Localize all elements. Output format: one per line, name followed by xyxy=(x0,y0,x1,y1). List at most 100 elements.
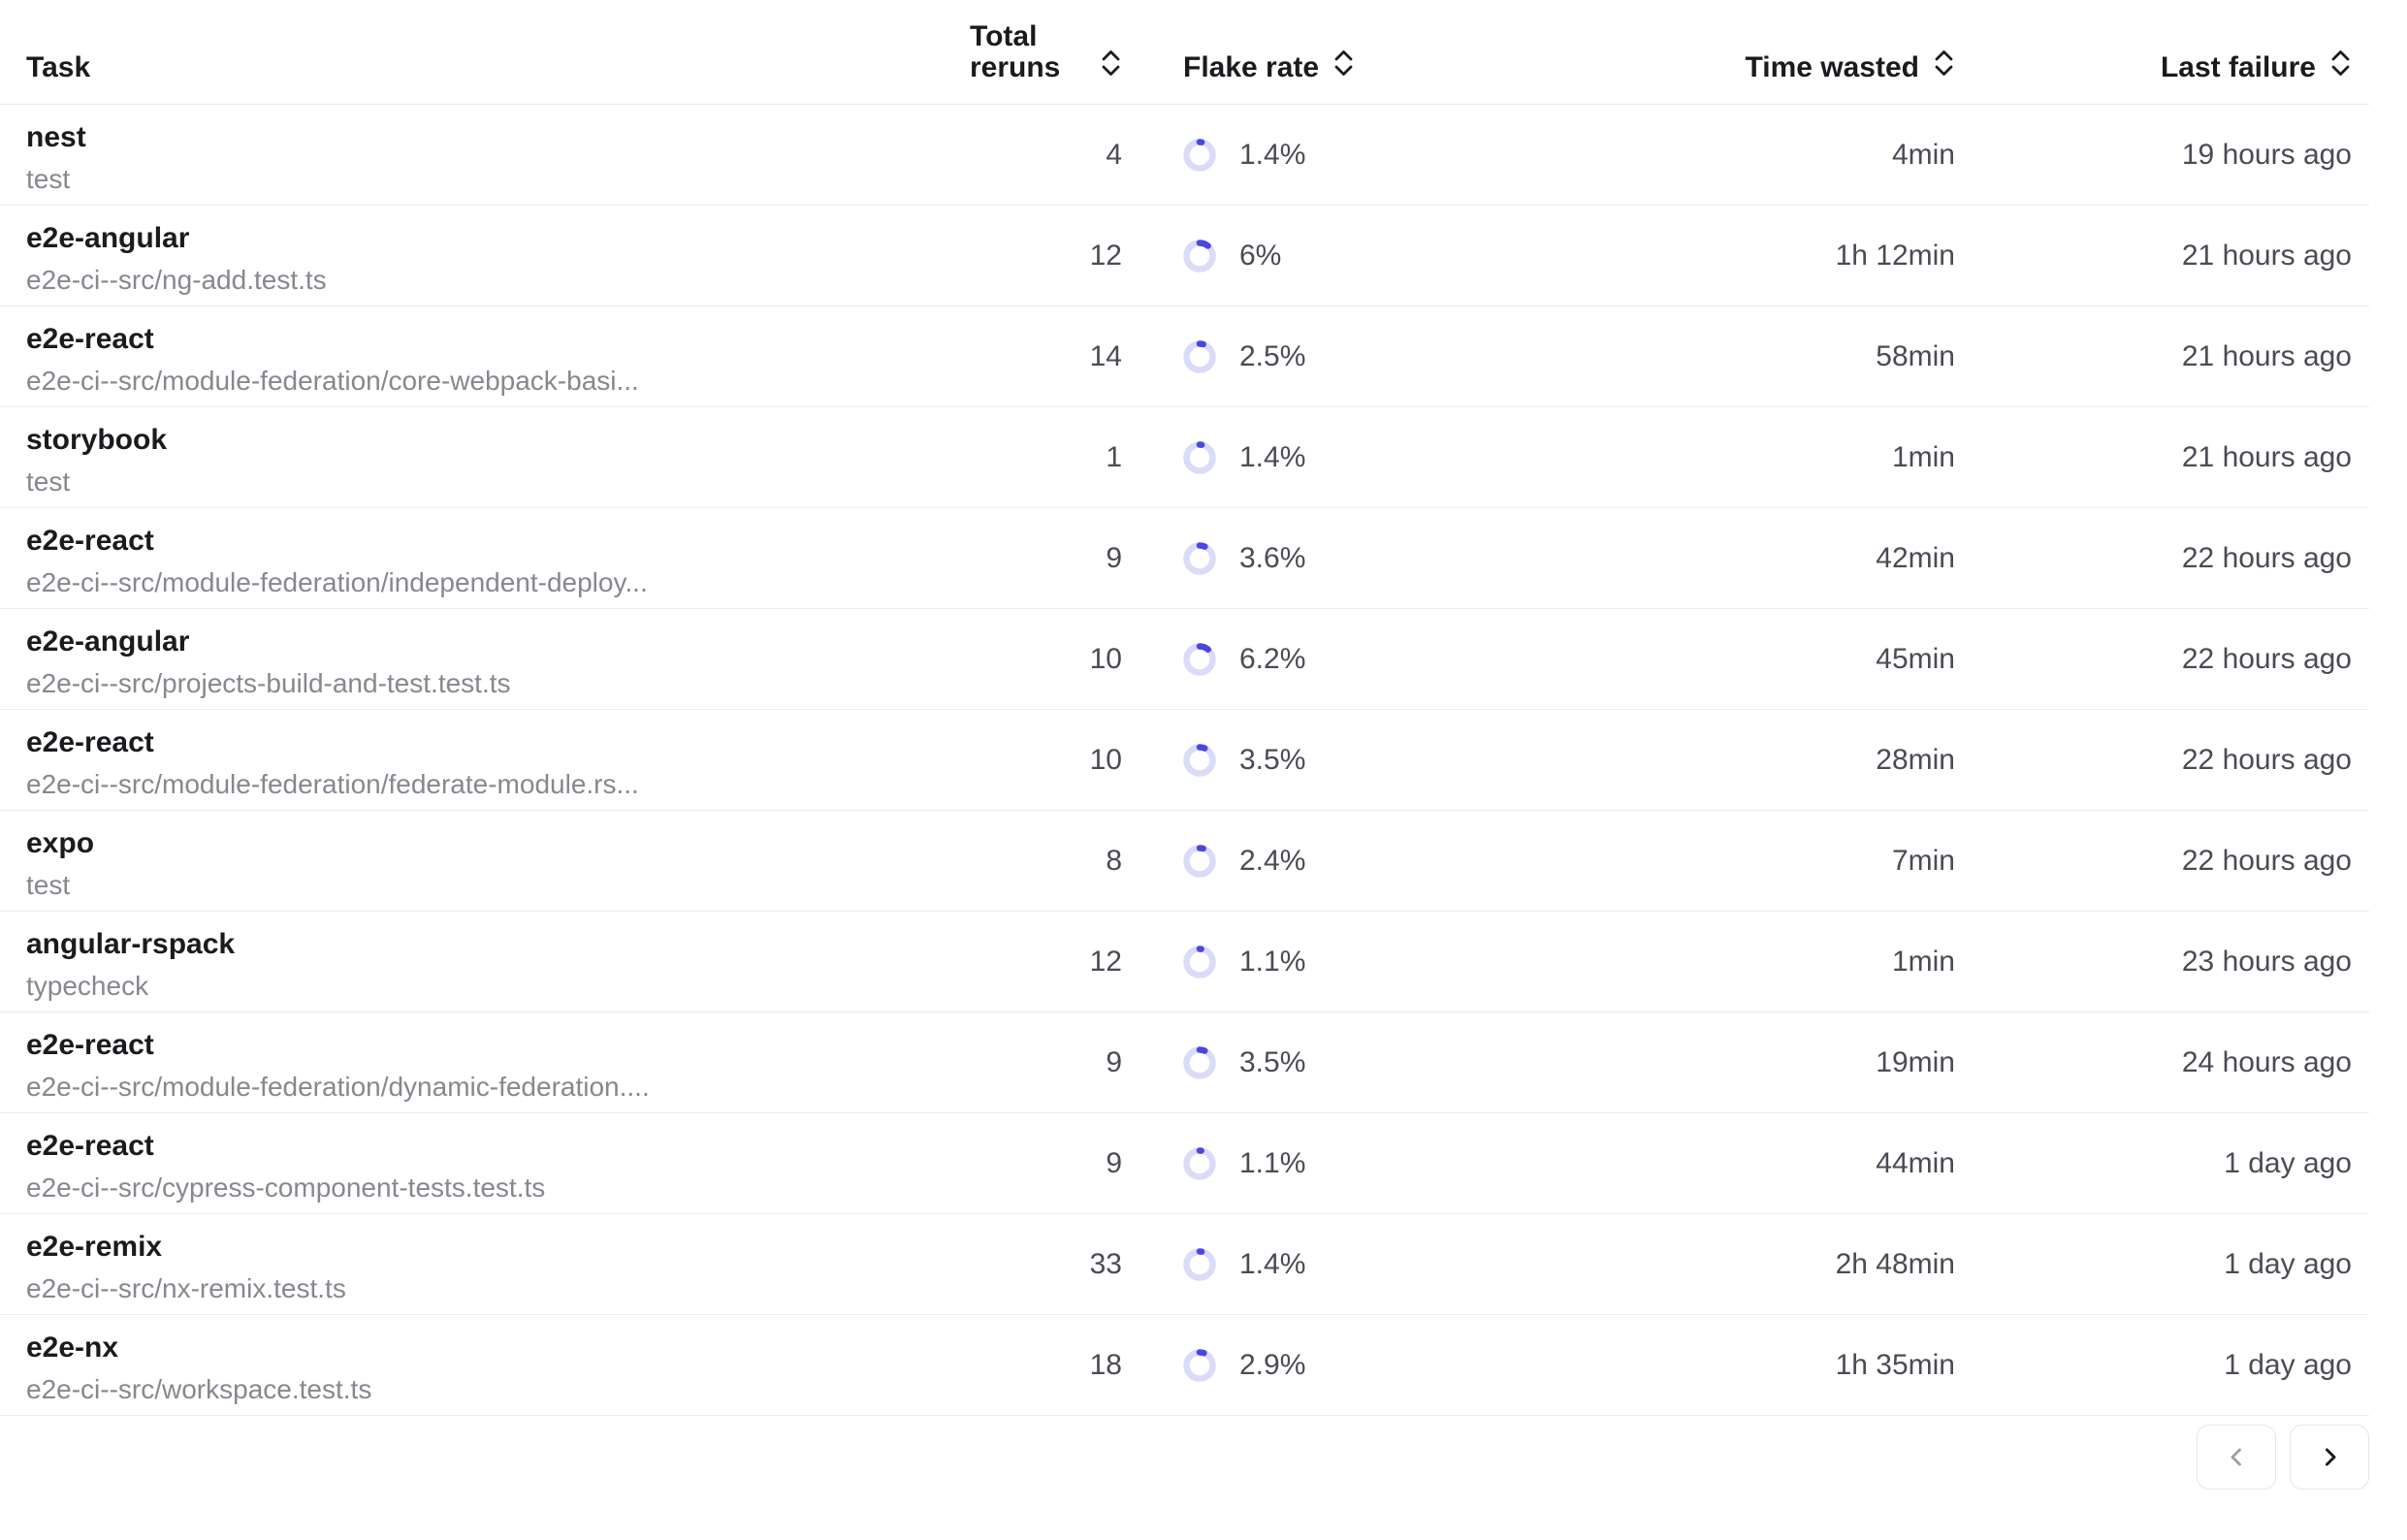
total-reruns-cell: 9 xyxy=(970,1113,1122,1213)
sort-chevron-up-down-icon[interactable] xyxy=(1933,48,1955,85)
time-wasted-value: 1min xyxy=(1892,946,1955,979)
flake-rate-value: 6% xyxy=(1239,240,1281,273)
column-header-total-reruns[interactable]: Total reruns xyxy=(970,0,1122,104)
flake-rate-value: 3.5% xyxy=(1239,744,1305,777)
flake-rate-donut-icon xyxy=(1183,845,1216,878)
last-failure-value: 22 hours ago xyxy=(2182,744,2352,777)
task-name: e2e-react xyxy=(26,1130,154,1163)
flake-rate-donut-icon xyxy=(1183,340,1216,373)
table-row[interactable]: e2e-angular e2e-ci--src/ng-add.test.ts 1… xyxy=(0,206,2369,306)
flake-rate-value: 1.4% xyxy=(1239,1248,1305,1281)
last-failure-value: 22 hours ago xyxy=(2182,845,2352,878)
last-failure-cell: 22 hours ago xyxy=(1955,710,2352,810)
task-target: test xyxy=(26,869,70,902)
last-failure-value: 21 hours ago xyxy=(2182,441,2352,474)
table-row[interactable]: storybook test 1 1.4% 1min 21 hours ago xyxy=(0,407,2369,508)
table-row[interactable]: nest test 4 1.4% 4min 19 hours ago xyxy=(0,105,2369,206)
last-failure-cell: 1 day ago xyxy=(1955,1113,2352,1213)
last-failure-cell: 21 hours ago xyxy=(1955,306,2352,406)
last-failure-cell: 1 day ago xyxy=(1955,1214,2352,1314)
table-row[interactable]: e2e-react e2e-ci--src/module-federation/… xyxy=(0,508,2369,609)
task-target: e2e-ci--src/module-federation/dynamic-fe… xyxy=(26,1071,650,1104)
last-failure-cell: 21 hours ago xyxy=(1955,407,2352,507)
next-page-button[interactable] xyxy=(2290,1425,2369,1490)
total-reruns-cell: 12 xyxy=(970,912,1122,1011)
total-reruns-cell: 10 xyxy=(970,710,1122,810)
task-target: test xyxy=(26,465,70,498)
last-failure-cell: 1 day ago xyxy=(1955,1315,2352,1415)
flake-rate-cell: 2.9% xyxy=(1122,1315,1406,1415)
flake-rate-cell: 2.5% xyxy=(1122,306,1406,406)
pagination xyxy=(2197,1425,2369,1490)
time-wasted-value: 19min xyxy=(1876,1046,1955,1079)
previous-page-button[interactable] xyxy=(2197,1425,2276,1490)
time-wasted-value: 1h 35min xyxy=(1836,1349,1955,1382)
chevron-left-icon xyxy=(2224,1444,2250,1470)
last-failure-value: 1 day ago xyxy=(2224,1248,2352,1281)
total-reruns-value: 4 xyxy=(1106,139,1122,172)
task-target: typecheck xyxy=(26,970,148,1003)
flake-rate-value: 6.2% xyxy=(1239,643,1305,676)
task-cell: e2e-react e2e-ci--src/module-federation/… xyxy=(0,1012,970,1112)
time-wasted-cell: 1h 35min xyxy=(1406,1315,1955,1415)
task-name: e2e-nx xyxy=(26,1331,118,1364)
task-cell: storybook test xyxy=(0,407,970,507)
time-wasted-value: 44min xyxy=(1876,1147,1955,1180)
table-row[interactable]: e2e-react e2e-ci--src/module-federation/… xyxy=(0,1012,2369,1113)
flake-rate-cell: 1.4% xyxy=(1122,1214,1406,1314)
time-wasted-value: 1min xyxy=(1892,441,1955,474)
total-reruns-cell: 8 xyxy=(970,811,1122,911)
flake-rate-donut-icon xyxy=(1183,1046,1216,1079)
flake-rate-donut-icon xyxy=(1183,643,1216,676)
task-name: nest xyxy=(26,121,86,154)
table-row[interactable]: angular-rspack typecheck 12 1.1% 1min 23… xyxy=(0,912,2369,1012)
flake-rate-value: 2.4% xyxy=(1239,845,1305,878)
last-failure-cell: 19 hours ago xyxy=(1955,105,2352,205)
task-name: expo xyxy=(26,827,94,860)
total-reruns-value: 1 xyxy=(1106,441,1122,474)
time-wasted-value: 42min xyxy=(1876,542,1955,575)
flake-rate-cell: 1.1% xyxy=(1122,912,1406,1011)
table-row[interactable]: e2e-remix e2e-ci--src/nx-remix.test.ts 3… xyxy=(0,1214,2369,1315)
table-row[interactable]: e2e-nx e2e-ci--src/workspace.test.ts 18 … xyxy=(0,1315,2369,1416)
column-header-flake-rate-label: Flake rate xyxy=(1183,52,1319,83)
column-header-time-wasted[interactable]: Time wasted xyxy=(1406,0,1955,104)
table-row[interactable]: e2e-react e2e-ci--src/module-federation/… xyxy=(0,710,2369,811)
sort-chevron-up-down-icon[interactable] xyxy=(1100,48,1122,85)
total-reruns-cell: 33 xyxy=(970,1214,1122,1314)
flake-rate-value: 3.6% xyxy=(1239,542,1305,575)
total-reruns-value: 10 xyxy=(1090,643,1122,676)
time-wasted-cell: 19min xyxy=(1406,1012,1955,1112)
total-reruns-value: 12 xyxy=(1090,946,1122,979)
table-body: nest test 4 1.4% 4min 19 hours ago e2e-a… xyxy=(0,105,2369,1416)
task-cell: e2e-react e2e-ci--src/cypress-component-… xyxy=(0,1113,970,1213)
table-row[interactable]: e2e-angular e2e-ci--src/projects-build-a… xyxy=(0,609,2369,710)
time-wasted-value: 7min xyxy=(1892,845,1955,878)
table-row[interactable]: e2e-react e2e-ci--src/module-federation/… xyxy=(0,306,2369,407)
task-target: e2e-ci--src/projects-build-and-test.test… xyxy=(26,667,511,700)
table-row[interactable]: expo test 8 2.4% 7min 22 hours ago xyxy=(0,811,2369,912)
column-header-flake-rate[interactable]: Flake rate xyxy=(1122,0,1406,104)
task-target: e2e-ci--src/workspace.test.ts xyxy=(26,1373,371,1406)
column-header-last-failure-label: Last failure xyxy=(2161,52,2316,83)
column-header-task: Task xyxy=(0,0,970,104)
task-name: e2e-remix xyxy=(26,1231,162,1264)
flake-rate-donut-icon xyxy=(1183,542,1216,575)
total-reruns-value: 8 xyxy=(1106,845,1122,878)
flake-rate-cell: 1.4% xyxy=(1122,407,1406,507)
time-wasted-cell: 45min xyxy=(1406,609,1955,709)
total-reruns-cell: 9 xyxy=(970,508,1122,608)
table-row[interactable]: e2e-react e2e-ci--src/cypress-component-… xyxy=(0,1113,2369,1214)
flake-rate-donut-icon xyxy=(1183,946,1216,979)
task-cell: e2e-react e2e-ci--src/module-federation/… xyxy=(0,508,970,608)
task-name: e2e-react xyxy=(26,1029,154,1062)
last-failure-value: 22 hours ago xyxy=(2182,643,2352,676)
sort-chevron-up-down-icon[interactable] xyxy=(1332,48,1355,85)
time-wasted-cell: 28min xyxy=(1406,710,1955,810)
flake-rate-donut-icon xyxy=(1183,1147,1216,1180)
total-reruns-cell: 9 xyxy=(970,1012,1122,1112)
column-header-last-failure[interactable]: Last failure xyxy=(1955,0,2352,104)
task-target: e2e-ci--src/module-federation/federate-m… xyxy=(26,768,639,801)
total-reruns-cell: 12 xyxy=(970,206,1122,305)
sort-chevron-up-down-icon[interactable] xyxy=(2329,48,2352,85)
